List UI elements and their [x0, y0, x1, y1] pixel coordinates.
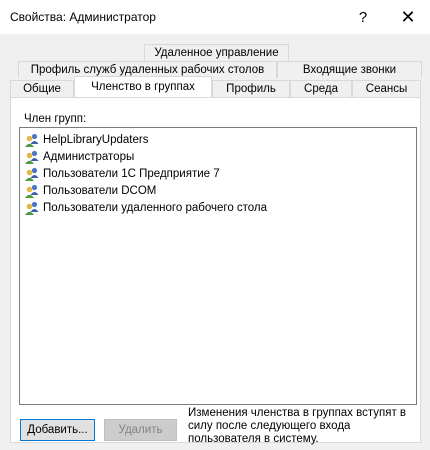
- group-name: Пользователи 1С Предприятие 7: [43, 167, 220, 180]
- list-item[interactable]: Администраторы: [24, 148, 134, 165]
- user-group-icon: [25, 167, 39, 181]
- add-button[interactable]: Добавить...: [20, 419, 95, 441]
- membership-note: Изменения членства в группах вступят в с…: [188, 407, 407, 445]
- user-group-icon: [25, 150, 39, 164]
- tab-environment[interactable]: Среда: [290, 80, 352, 97]
- group-name: Администраторы: [43, 150, 135, 163]
- window-title: Свойства: Администратор: [10, 10, 156, 24]
- list-item[interactable]: Пользователи 1С Предприятие 7: [24, 165, 220, 182]
- close-button[interactable]: ✕: [386, 0, 430, 34]
- group-name: Пользователи DCOM: [43, 184, 157, 197]
- tab-member-of[interactable]: Членство в группах: [74, 76, 212, 97]
- user-group-icon: [25, 184, 39, 198]
- remove-button[interactable]: Удалить: [104, 419, 177, 441]
- group-name: HelpLibraryUpdaters: [43, 133, 149, 146]
- title-bar: Свойства: Администратор ? ✕: [0, 0, 430, 34]
- list-item[interactable]: HelpLibraryUpdaters: [24, 131, 148, 148]
- tab-remote-control[interactable]: Удаленное управление: [144, 44, 289, 61]
- group-name: Пользователи удаленного рабочего стола: [43, 201, 268, 214]
- user-group-icon: [25, 133, 39, 147]
- tab-profile[interactable]: Профиль: [212, 80, 290, 97]
- user-group-icon: [25, 201, 39, 215]
- tab-sessions[interactable]: Сеансы: [352, 80, 421, 97]
- list-item[interactable]: Пользователи удаленного рабочего стола: [24, 199, 267, 216]
- tab-dial-in[interactable]: Входящие звонки: [277, 61, 422, 78]
- tab-general[interactable]: Общие: [10, 80, 74, 97]
- help-button[interactable]: ?: [341, 0, 385, 34]
- member-of-label: Член групп:: [24, 113, 87, 125]
- list-item[interactable]: Пользователи DCOM: [24, 182, 156, 199]
- groups-list[interactable]: HelpLibraryUpdaters Администраторы Польз…: [19, 127, 417, 405]
